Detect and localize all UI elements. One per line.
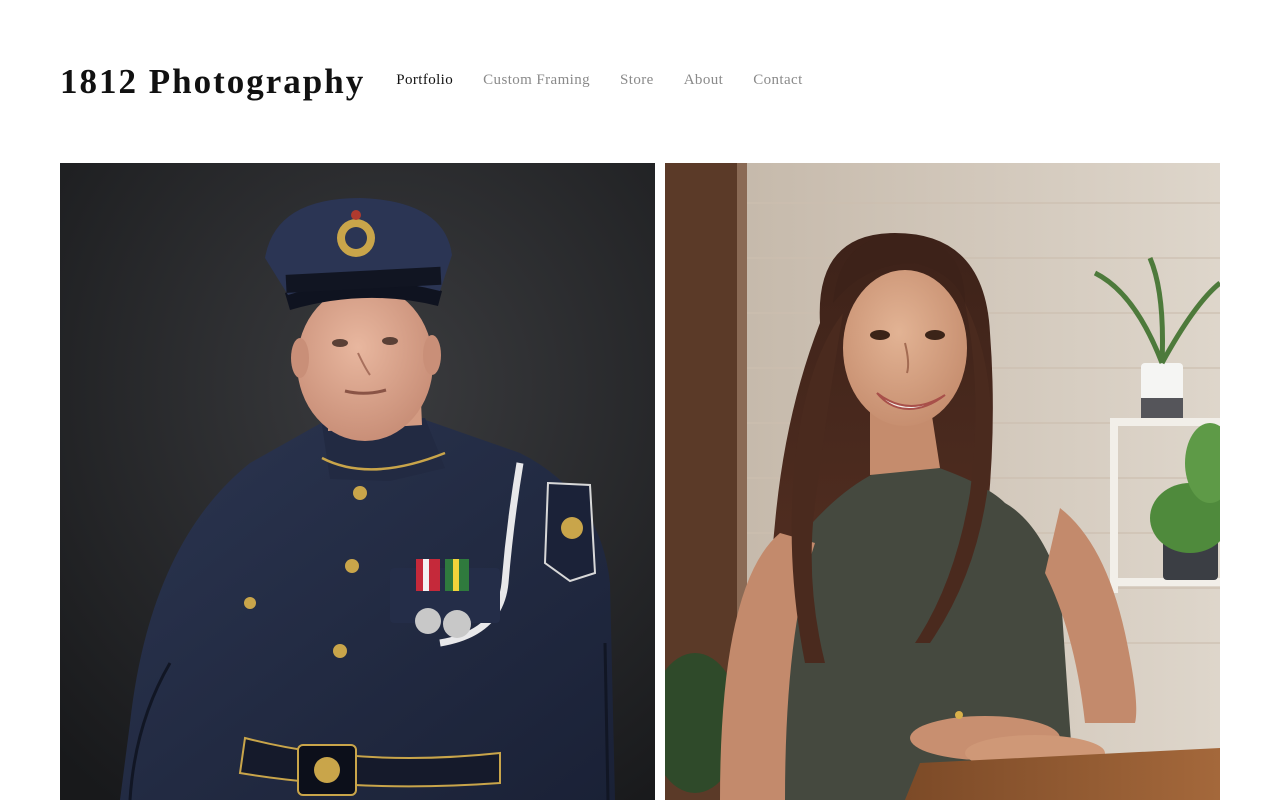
- site-title[interactable]: 1812 Photography: [60, 62, 365, 102]
- portfolio-gallery: [60, 163, 1220, 800]
- main-nav: Portfolio Custom Framing Store About Con…: [396, 72, 832, 89]
- woman-portrait-image: [665, 163, 1220, 800]
- site-header: 1812 Photography Portfolio Custom Framin…: [60, 58, 833, 106]
- gallery-photo-woman[interactable]: [665, 163, 1220, 800]
- officer-portrait-image: [60, 163, 655, 800]
- nav-item-store[interactable]: Store: [620, 72, 654, 89]
- nav-item-custom-framing[interactable]: Custom Framing: [483, 72, 590, 89]
- gallery-photo-officer[interactable]: [60, 163, 655, 800]
- nav-item-about[interactable]: About: [684, 72, 724, 89]
- nav-item-contact[interactable]: Contact: [753, 72, 802, 89]
- nav-item-portfolio[interactable]: Portfolio: [396, 72, 453, 89]
